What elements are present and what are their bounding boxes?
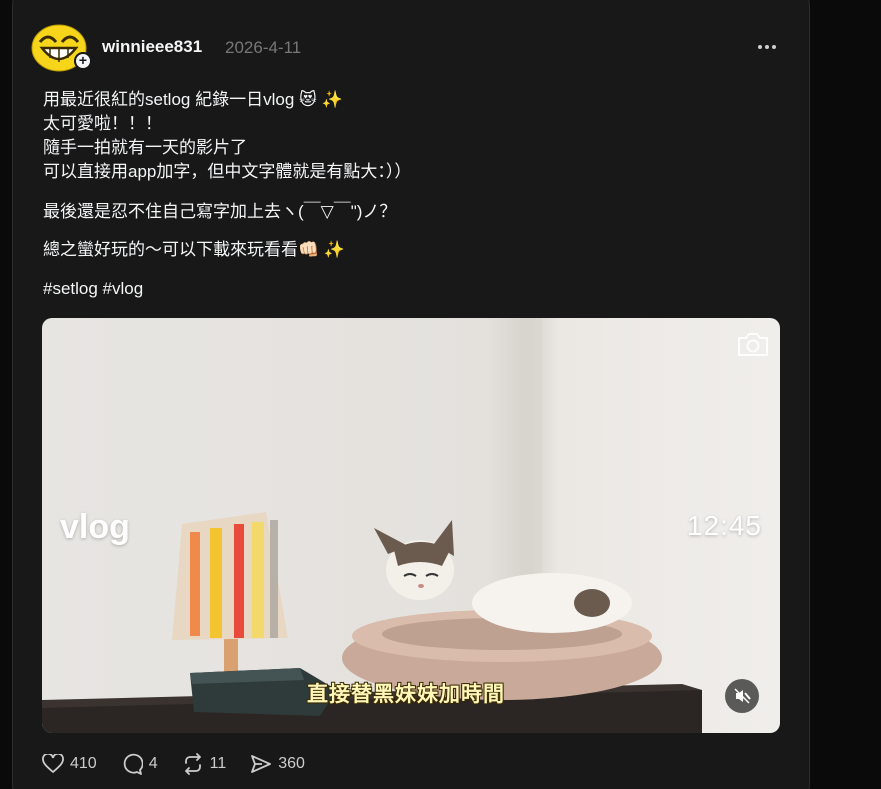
like-count: 410	[70, 755, 97, 772]
post-actions: 410 4 11 360	[42, 752, 329, 776]
more-icon[interactable]	[752, 34, 782, 60]
post-text-line: 總之蠻好玩的～可以下載來玩看看👊🏻 ✨	[43, 240, 346, 259]
share-count: 360	[278, 755, 305, 772]
time-overlay: 12:45	[686, 510, 762, 541]
vlog-overlay: vlog	[60, 508, 130, 546]
repost-button[interactable]: 11	[182, 753, 227, 775]
heart-icon	[42, 754, 64, 774]
comment-count: 4	[148, 755, 158, 772]
handwritten-caption: 直接替黑妹妹加時間	[307, 682, 505, 706]
post-text-line: 可以直接用app加字，但中文字體就是有點大：））	[43, 162, 412, 181]
post-text-line: 用最近很紅的setlog 紀錄一日vlog 😻 ✨	[43, 90, 343, 109]
post-text-line: 最後還是忍不住自己寫字加上去ヽ(￣▽￣")ノ？	[43, 202, 397, 221]
repost-icon	[184, 753, 201, 775]
comment-icon	[123, 753, 143, 775]
share-button[interactable]: 360	[250, 753, 305, 775]
like-button[interactable]: 410	[42, 754, 97, 774]
comment-button[interactable]: 4	[121, 753, 158, 775]
post-text-line: 隨手一拍就有一天的影片了	[43, 138, 247, 157]
post-hashtags[interactable]: #setlog #vlog	[43, 277, 143, 301]
repost-count: 11	[209, 755, 227, 772]
username[interactable]: winnieee831	[102, 37, 202, 57]
follow-plus-icon[interactable]: +	[74, 52, 92, 70]
cat-scene-image	[42, 318, 702, 733]
post-video[interactable]: vlog 12:45 直接替黑妹妹加時間	[42, 318, 780, 733]
camera-icon[interactable]	[736, 330, 770, 358]
share-icon	[251, 755, 272, 773]
post-date[interactable]: 2026-4-11	[225, 38, 301, 58]
mute-icon[interactable]	[725, 679, 759, 713]
post-text-line: 太可愛啦！！！	[43, 114, 162, 133]
